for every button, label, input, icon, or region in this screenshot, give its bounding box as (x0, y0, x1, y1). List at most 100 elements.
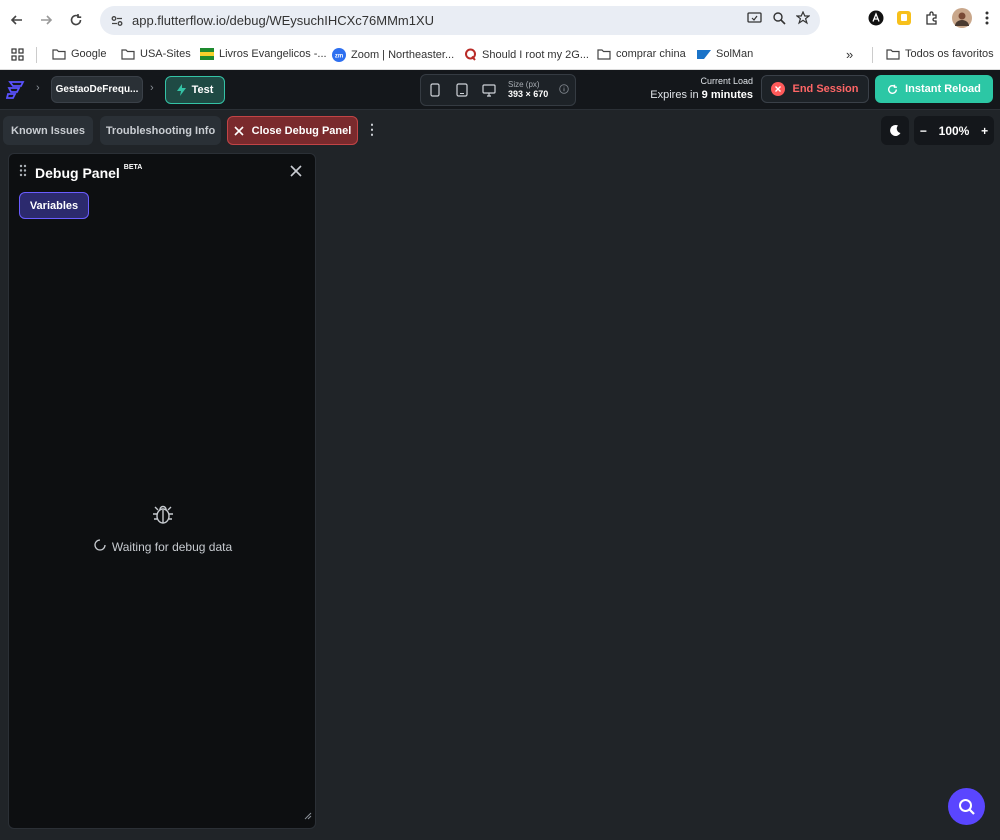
folder-icon (886, 49, 900, 60)
bookmark-label: USA-Sites (140, 48, 191, 60)
zoom-out-icon[interactable]: − (920, 124, 927, 138)
flutterflow-header: › GestaoDeFrequ... › Test Size (px) 393 … (0, 70, 1000, 110)
flutterflow-logo-icon[interactable] (5, 79, 26, 104)
debug-panel-title: Debug Panel (35, 165, 120, 181)
close-panel-icon[interactable] (289, 164, 305, 180)
troubleshooting-label: Troubleshooting Info (105, 124, 216, 137)
close-debug-label: Close Debug Panel (251, 124, 352, 137)
phone-device-icon[interactable] (421, 75, 448, 105)
waiting-text: Waiting for debug data (111, 539, 233, 554)
url-text: app.flutterflow.io/debug/WEysuchIHCXc76M… (132, 13, 435, 28)
flag-icon (200, 48, 214, 60)
moon-icon (889, 124, 900, 136)
site-settings-icon[interactable] (104, 8, 130, 34)
size-label: Size (px) (508, 80, 540, 90)
project-name: GestaoDeFrequ... (55, 84, 139, 95)
instant-reload-label: Instant Reload (905, 83, 981, 95)
breadcrumb-chevron-icon: › (36, 82, 40, 94)
info-icon[interactable] (559, 81, 570, 99)
browser-toolbar: app.flutterflow.io/debug/WEysuchIHCXc76M… (0, 0, 1000, 40)
debug-toolbar: Known Issues Troubleshooting Info Close … (0, 111, 1000, 151)
tablet-device-icon[interactable] (448, 75, 475, 105)
beta-badge: BETA (123, 163, 143, 171)
folder-icon (597, 49, 611, 60)
zoom-icon[interactable] (772, 11, 786, 30)
close-debug-panel-button[interactable]: Close Debug Panel (227, 116, 358, 145)
back-icon[interactable] (2, 5, 32, 35)
bookmark-comprar-china[interactable]: comprar china (597, 48, 686, 60)
end-session-button[interactable]: End Session (761, 75, 869, 103)
device-size: Size (px) 393 × 670 (508, 80, 548, 100)
waiting-state: Waiting for debug data (9, 502, 317, 554)
extension-keep-icon[interactable] (896, 10, 912, 31)
expires-prefix: Expires in (650, 88, 699, 101)
debug-panel: Debug Panel BETA Variables Waiting for d… (8, 153, 316, 829)
bookmark-livros[interactable]: Livros Evangelicos -... (200, 48, 327, 60)
known-issues-label: Known Issues (11, 124, 85, 137)
address-bar[interactable]: app.flutterflow.io/debug/WEysuchIHCXc76M… (100, 6, 820, 35)
device-selector: Size (px) 393 × 670 (420, 74, 576, 106)
all-bookmarks[interactable]: Todos os favoritos (886, 48, 994, 60)
bookmarks-bar: Google USA-Sites Livros Evangelicos -...… (0, 40, 1000, 70)
bookmark-label: Livros Evangelicos -... (219, 48, 327, 60)
test-mode-button[interactable]: Test (165, 76, 225, 104)
avatar[interactable] (952, 7, 972, 33)
bookmark-label: Zoom | Northeaster... (351, 49, 455, 61)
end-session-label: End Session (792, 83, 859, 95)
bookmark-usa-sites[interactable]: USA-Sites (121, 48, 191, 60)
variables-tab-label: Variables (29, 199, 79, 212)
session-load-info: Current Load Expires in 9 minutes (650, 76, 753, 102)
cast-icon[interactable] (747, 11, 762, 30)
theme-toggle-button[interactable] (881, 116, 909, 145)
all-bookmarks-label: Todos os favoritos (905, 48, 994, 60)
sap-icon (697, 49, 711, 59)
quora-icon (465, 48, 476, 61)
drag-handle-icon[interactable] (19, 164, 27, 182)
close-icon (234, 125, 244, 136)
test-label: Test (191, 84, 214, 96)
breadcrumb-chevron-icon: › (150, 82, 154, 94)
resize-handle-icon[interactable] (304, 807, 312, 825)
reload-icon[interactable] (61, 5, 91, 35)
bookmark-quora[interactable]: Should I root my 2G... (464, 48, 589, 61)
known-issues-button[interactable]: Known Issues (3, 116, 93, 145)
apps-grid-icon[interactable] (11, 48, 24, 64)
search-button[interactable] (948, 788, 985, 825)
bug-icon (151, 502, 175, 531)
bookmark-zoom[interactable]: zm Zoom | Northeaster... (332, 48, 454, 62)
more-bookmarks-icon[interactable]: » (846, 47, 853, 62)
expires-text: Expires in 9 minutes (650, 88, 753, 102)
current-load-label: Current Load (700, 76, 753, 86)
loading-spinner-icon (94, 539, 106, 554)
size-value: 393 × 670 (508, 89, 549, 100)
bookmark-label: Google (71, 48, 107, 60)
folder-icon (52, 49, 66, 60)
troubleshooting-info-button[interactable]: Troubleshooting Info (100, 116, 221, 145)
bookmark-label: Should I root my 2G... (482, 48, 589, 61)
waiting-message: Waiting for debug data (94, 539, 232, 554)
tab-variables[interactable]: Variables (19, 192, 89, 219)
bookmark-google[interactable]: Google (52, 48, 106, 60)
svg-text:zm: zm (335, 54, 343, 60)
expires-value: 9 minutes (701, 88, 753, 101)
more-options-icon[interactable]: ⋮ (365, 121, 379, 138)
zoom-logo-icon: zm (332, 48, 346, 62)
bookmark-label: comprar china (616, 48, 686, 60)
lightning-icon (176, 84, 186, 96)
extension-a-icon[interactable] (868, 10, 884, 31)
zoom-level: 100% (938, 123, 970, 138)
browser-menu-icon[interactable] (984, 10, 990, 31)
folder-icon (121, 49, 135, 60)
debug-panel-header: Debug Panel BETA (19, 164, 142, 182)
forward-icon[interactable] (31, 5, 61, 35)
zoom-in-icon[interactable]: + (981, 124, 988, 138)
bookmark-star-icon[interactable] (795, 10, 811, 30)
search-icon (958, 798, 975, 815)
bookmark-label: SolMan (716, 48, 754, 60)
extensions-puzzle-icon[interactable] (924, 10, 940, 31)
instant-reload-button[interactable]: Instant Reload (875, 75, 993, 103)
desktop-device-icon[interactable] (475, 75, 502, 105)
zoom-control: − 100% + (914, 116, 994, 145)
bookmark-solman[interactable]: SolMan (697, 48, 753, 60)
project-name-button[interactable]: GestaoDeFrequ... (51, 76, 143, 103)
